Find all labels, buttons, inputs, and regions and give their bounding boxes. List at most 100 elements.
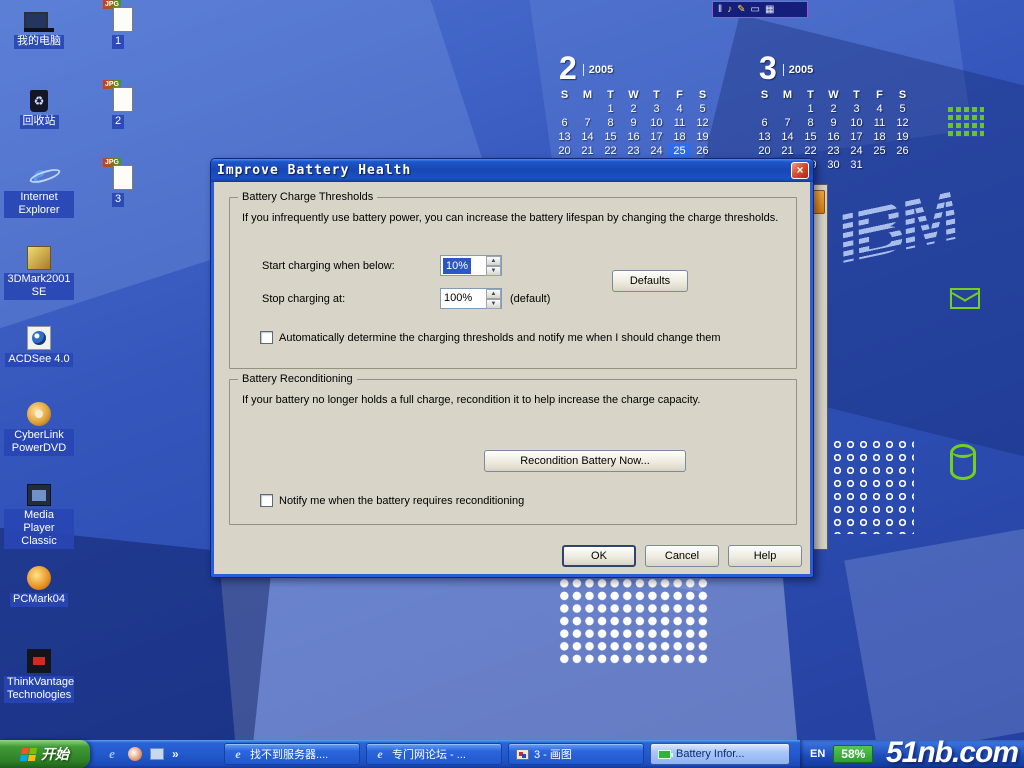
calendar-day: 24 (645, 144, 668, 158)
start-button[interactable]: 开始 (0, 740, 90, 768)
language-indicator[interactable]: EN (810, 748, 825, 760)
calendar-day-header: S (753, 88, 776, 102)
calendar-day (553, 102, 576, 116)
ie-quicklaunch-icon[interactable]: e (104, 746, 120, 762)
pen-icon[interactable]: ✎ (737, 5, 745, 15)
calendar-march: 3 2005 SMTWTFS 1234567891011121314151617… (753, 52, 914, 172)
desktop-icon-internet-explorer[interactable]: e Internet Explorer (4, 158, 74, 218)
stop-threshold-value[interactable]: 100% (441, 289, 486, 308)
media-quicklaunch-icon[interactable] (128, 747, 142, 761)
dialog-titlebar[interactable]: Improve Battery Health × (211, 159, 813, 182)
media-player-classic-icon (27, 476, 51, 506)
my-computer-icon (24, 2, 54, 32)
dot-grid-decoration (558, 577, 710, 667)
calendar-day: 24 (845, 144, 868, 158)
start-threshold-spinner[interactable]: 10% ▲ ▼ (440, 255, 502, 276)
battery-reconditioning-group: Battery Reconditioning If your battery n… (229, 379, 797, 525)
icon-label: 3DMark2001 SE (4, 273, 74, 300)
help-button[interactable]: Help (728, 545, 802, 567)
icon-label: PCMark04 (10, 593, 68, 607)
defaults-button[interactable]: Defaults (612, 270, 688, 292)
icon-label: 回收站 (20, 115, 59, 129)
group-legend: Battery Reconditioning (238, 373, 357, 385)
quicklaunch-chevron-icon[interactable]: » (172, 747, 179, 761)
task-button-server-not-found[interactable]: e 找不到服务器.... (224, 743, 360, 765)
task-label: Battery Infor... (676, 748, 744, 760)
desktop-icon-pcmark04[interactable]: PCMark04 (4, 560, 74, 607)
ok-button[interactable]: OK (562, 545, 636, 567)
auto-determine-checkbox[interactable] (260, 331, 273, 344)
calendar-day: 15 (599, 130, 622, 144)
show-desktop-icon[interactable] (150, 748, 164, 760)
calendar-day: 5 (891, 102, 914, 116)
calendar-day: 6 (753, 116, 776, 130)
calendar-day-header: M (576, 88, 599, 102)
calendar-day: 1 (799, 102, 822, 116)
keyboard-icon[interactable]: ▦ (765, 5, 774, 15)
spin-down-icon[interactable]: ▼ (486, 299, 501, 309)
improve-battery-health-dialog: Improve Battery Health × Battery Charge … (210, 158, 814, 578)
auto-determine-label: Automatically determine the charging thr… (279, 332, 720, 344)
spin-up-icon[interactable]: ▲ (486, 289, 501, 299)
envelope-icon (950, 288, 980, 309)
spinner-arrows[interactable]: ▲ ▼ (486, 256, 501, 275)
calendar-day: 12 (891, 116, 914, 130)
calendar-day: 11 (868, 116, 891, 130)
recondition-battery-button[interactable]: Recondition Battery Now... (484, 450, 686, 472)
stop-threshold-spinner[interactable]: 100% ▲ ▼ (440, 288, 502, 309)
calendar-day: 22 (599, 144, 622, 158)
desktop-icon-powerdvd[interactable]: CyberLink PowerDVD (4, 396, 74, 456)
desktop-icon-thinkvantage[interactable]: ThinkVantage Technologies (4, 643, 74, 703)
desktop-file-jpg-1[interactable]: JPG 1 (92, 2, 144, 49)
desktop-file-jpg-2[interactable]: JPG 2 (92, 82, 144, 129)
calendar-day: 12 (691, 116, 714, 130)
calendar-day: 23 (622, 144, 645, 158)
internet-explorer-icon: e (33, 158, 45, 188)
calendar-february: 2 2005 SMTWTFS 1234567891011121314151617… (553, 52, 714, 158)
pcmark04-icon (27, 560, 51, 590)
calendar-day: 19 (891, 130, 914, 144)
calendar-day: 26 (891, 144, 914, 158)
calendar-day-header: T (599, 88, 622, 102)
quick-launch: e » (98, 740, 185, 768)
desktop-icon-3dmark2001[interactable]: 3DMark2001 SE (4, 240, 74, 300)
calendar-day (868, 158, 891, 172)
dialog-body: Battery Charge Thresholds If you infrequ… (214, 182, 810, 574)
spin-up-icon[interactable]: ▲ (486, 256, 501, 266)
calendar-day: 13 (753, 130, 776, 144)
monitor-icon[interactable]: ▭ (751, 5, 760, 15)
desktop-icon-media-player-classic[interactable]: Media Player Classic (4, 476, 74, 549)
task-button-forum[interactable]: e 专门网论坛 - ... (366, 743, 502, 765)
start-threshold-value[interactable]: 10% (443, 258, 471, 274)
calendar-day: 6 (553, 116, 576, 130)
desktop-icon-my-computer[interactable]: 我的电脑 (4, 2, 74, 49)
calendar-day: 31 (845, 158, 868, 172)
speaker-icon[interactable]: ♪ (727, 5, 732, 15)
cancel-button[interactable]: Cancel (645, 545, 719, 567)
battery-percentage[interactable]: 58% (833, 745, 873, 763)
calendar-day: 3 (645, 102, 668, 116)
spin-down-icon[interactable]: ▼ (486, 266, 501, 276)
close-button[interactable]: × (791, 162, 809, 179)
calendar-day-header: T (799, 88, 822, 102)
notify-recondition-checkbox[interactable] (260, 494, 273, 507)
spinner-arrows[interactable]: ▲ ▼ (486, 289, 501, 308)
calendar-day: 4 (868, 102, 891, 116)
desktop-icon-recycle-bin[interactable]: ♻ 回收站 (4, 82, 74, 129)
calendar-day-header: F (668, 88, 691, 102)
calendar-day (576, 102, 599, 116)
calendar-day: 23 (822, 144, 845, 158)
presentation-toolbar[interactable]: ‖ ♪ ✎ ▭ ▦ (712, 1, 808, 18)
task-button-battery-information[interactable]: Battery Infor... (650, 743, 790, 765)
calendar-weekday-row: SMTWTFS (753, 88, 914, 102)
calendar-day: 14 (576, 130, 599, 144)
thinkvantage-icon (27, 643, 51, 673)
desktop-file-jpg-3[interactable]: JPG 3 (92, 160, 144, 207)
icon-label: ACDSee 4.0 (5, 353, 72, 367)
powerdvd-icon (27, 396, 51, 426)
calendar-day: 15 (799, 130, 822, 144)
desktop-icon-acdsee[interactable]: ACDSee 4.0 (4, 320, 74, 367)
task-button-paint[interactable]: 3 - 画图 (508, 743, 644, 765)
icon-label: 2 (112, 115, 124, 129)
group-legend: Battery Charge Thresholds (238, 191, 377, 203)
